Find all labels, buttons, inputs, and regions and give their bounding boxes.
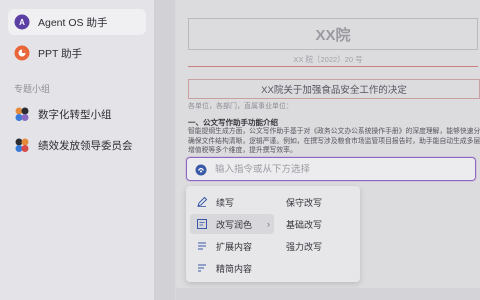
menu-item-expand[interactable]: 扩展内容 [196,236,268,256]
sidebar-item-ppt[interactable]: PPT 助手 [8,40,146,66]
doc-paragraph-line: 增值税等多个维度，提升撰写效率。 [188,147,297,154]
menu-item-label: 扩展内容 [216,241,253,252]
assistant-icon [195,163,207,176]
doc-heading[interactable]: XX院关于加强食品安全工作的决定 [188,79,480,99]
menu-item-condense[interactable]: 精简内容 [196,258,268,278]
svg-text:A: A [19,18,25,27]
doc-red-divider [188,66,478,67]
bottom-bar [176,288,480,300]
submenu-item-basic-rewrite[interactable]: 基础改写 [286,214,352,234]
doc-paragraph-line: 智能提纲生成方面，公文写作助手基于对《政务公文办公系统操作手册》的深度理解，能够… [188,128,480,135]
sidebar-item-label: PPT 助手 [38,47,83,60]
menu-item-label: 改写润色 [216,219,253,230]
group-avatars-icon [14,106,30,122]
chevron-right-icon: › [267,219,270,229]
panel-divider [155,0,175,300]
section-label-topic-groups: 专题小组 [14,84,51,94]
menu-item-label: 保守改写 [286,197,323,208]
command-input[interactable] [215,163,455,175]
menu-item-label: 精简内容 [216,263,253,274]
group-avatars-icon [14,137,30,153]
sidebar-item-agent-os[interactable]: A Agent OS 助手 [8,9,146,35]
doc-paragraph[interactable]: 智能提纲生成方面，公文写作助手基于对《政务公文办公系统操作手册》的深度理解，能够… [188,127,480,156]
menu-item-continue-writing[interactable]: 续写 [196,192,268,212]
sidebar-item-performance-committee[interactable]: 绩效发放领导委员会 [8,132,146,158]
menu-item-rewrite-polish[interactable]: 改写润色 › [190,214,274,234]
ppt-icon [14,45,30,61]
sidebar-item-label: 绩效发放领导委员会 [38,139,133,152]
menu-item-label: 基础改写 [286,219,323,230]
command-input-box[interactable] [186,157,476,181]
command-menu: 续写 改写润色 › 扩展内容 精简内容 保守改写 基础改写 强力改写 [186,186,360,282]
doc-number: XX 院〔2022〕20 号 [293,55,363,64]
agent-os-logo-icon: A [14,14,30,30]
sidebar-item-digital-transformation[interactable]: 数字化转型小组 [8,101,146,127]
menu-item-label: 强力改写 [286,241,323,252]
rewrite-icon [196,218,208,230]
menu-item-label: 续写 [216,197,235,208]
condense-icon [196,262,208,274]
sidebar-item-label: 数字化转型小组 [38,108,112,121]
sidebar: A Agent OS 助手 PPT 助手 专题小组 数字化转型小组 绩效发放领导… [0,0,155,300]
pen-icon [196,196,208,208]
doc-title[interactable]: XX院 [188,18,478,50]
sidebar-item-label: Agent OS 助手 [38,16,108,29]
submenu-item-conservative-rewrite[interactable]: 保守改写 [286,192,352,212]
expand-icon [196,240,208,252]
doc-paragraph-line: 确保文件结构清晰，逻辑严谨。例如，在撰写涉及粮食市场监管项目报告时，助手能自动生… [188,137,480,145]
submenu-item-strong-rewrite[interactable]: 强力改写 [286,236,352,256]
doc-recipients: 各单位，各部门，直属事业单位： [188,103,293,110]
